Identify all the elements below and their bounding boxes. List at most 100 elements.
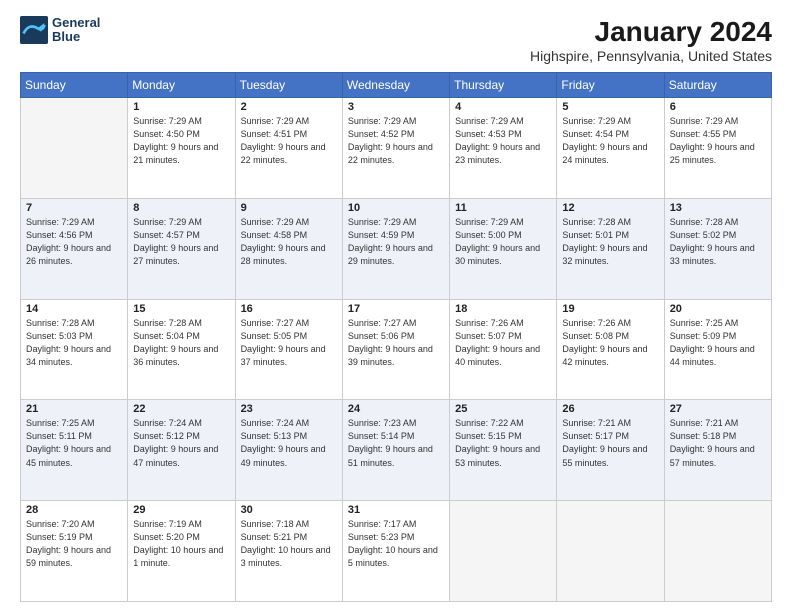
day-info: Sunrise: 7:25 AMSunset: 5:11 PMDaylight:… [26, 417, 122, 469]
day-number: 31 [348, 504, 444, 516]
day-number: 5 [562, 101, 658, 113]
day-number: 18 [455, 303, 551, 315]
calendar-week-row: 21 Sunrise: 7:25 AMSunset: 5:11 PMDayligh… [21, 400, 772, 501]
logo: General Blue [20, 16, 100, 45]
calendar-cell: 3 Sunrise: 7:29 AMSunset: 4:52 PMDaylight… [342, 98, 449, 199]
weekday-header-sunday: Sunday [21, 73, 128, 98]
day-number: 24 [348, 403, 444, 415]
day-info: Sunrise: 7:29 AMSunset: 4:59 PMDaylight:… [348, 216, 444, 268]
day-number: 28 [26, 504, 122, 516]
day-number: 19 [562, 303, 658, 315]
header: General Blue January 2024 Highspire, Pen… [20, 16, 772, 64]
calendar-cell: 4 Sunrise: 7:29 AMSunset: 4:53 PMDaylight… [450, 98, 557, 199]
day-number: 26 [562, 403, 658, 415]
calendar-cell [664, 501, 771, 602]
calendar-cell: 30Sunrise: 7:18 AMSunset: 5:21 PMDayligh… [235, 501, 342, 602]
day-number: 27 [670, 403, 766, 415]
day-number: 14 [26, 303, 122, 315]
day-info: Sunrise: 7:28 AMSunset: 5:03 PMDaylight:… [26, 317, 122, 369]
day-number: 13 [670, 202, 766, 214]
calendar-week-row: 7 Sunrise: 7:29 AMSunset: 4:56 PMDaylight… [21, 198, 772, 299]
weekday-header-tuesday: Tuesday [235, 73, 342, 98]
day-info: Sunrise: 7:29 AMSunset: 4:58 PMDaylight:… [241, 216, 337, 268]
day-info: Sunrise: 7:27 AMSunset: 5:05 PMDaylight:… [241, 317, 337, 369]
day-info: Sunrise: 7:24 AMSunset: 5:13 PMDaylight:… [241, 417, 337, 469]
day-info: Sunrise: 7:20 AMSunset: 5:19 PMDaylight:… [26, 518, 122, 570]
calendar-week-row: 14 Sunrise: 7:28 AMSunset: 5:03 PMDayligh… [21, 299, 772, 400]
day-number: 2 [241, 101, 337, 113]
day-info: Sunrise: 7:19 AMSunset: 5:20 PMDaylight:… [133, 518, 229, 570]
day-number: 10 [348, 202, 444, 214]
day-number: 8 [133, 202, 229, 214]
day-info: Sunrise: 7:29 AMSunset: 4:52 PMDaylight:… [348, 115, 444, 167]
weekday-header-monday: Monday [128, 73, 235, 98]
calendar-table: SundayMondayTuesdayWednesdayThursdayFrid… [20, 72, 772, 602]
calendar-cell: 15 Sunrise: 7:28 AMSunset: 5:04 PMDayligh… [128, 299, 235, 400]
weekday-header-saturday: Saturday [664, 73, 771, 98]
day-info: Sunrise: 7:28 AMSunset: 5:02 PMDaylight:… [670, 216, 766, 268]
day-number: 17 [348, 303, 444, 315]
day-info: Sunrise: 7:29 AMSunset: 5:00 PMDaylight:… [455, 216, 551, 268]
calendar-cell: 7 Sunrise: 7:29 AMSunset: 4:56 PMDaylight… [21, 198, 128, 299]
title-block: January 2024 Highspire, Pennsylvania, Un… [530, 16, 772, 64]
day-number: 16 [241, 303, 337, 315]
day-number: 1 [133, 101, 229, 113]
weekday-header-thursday: Thursday [450, 73, 557, 98]
day-number: 29 [133, 504, 229, 516]
calendar-cell: 2Sunrise: 7:29 AMSunset: 4:51 PMDaylight… [235, 98, 342, 199]
day-number: 9 [241, 202, 337, 214]
calendar-cell: 27 Sunrise: 7:21 AMSunset: 5:18 PMDayligh… [664, 400, 771, 501]
day-info: Sunrise: 7:29 AMSunset: 4:53 PMDaylight:… [455, 115, 551, 167]
calendar-cell: 23 Sunrise: 7:24 AMSunset: 5:13 PMDayligh… [235, 400, 342, 501]
calendar-cell: 13 Sunrise: 7:28 AMSunset: 5:02 PMDayligh… [664, 198, 771, 299]
calendar-cell: 20Sunrise: 7:25 AMSunset: 5:09 PMDayligh… [664, 299, 771, 400]
day-info: Sunrise: 7:26 AMSunset: 5:08 PMDaylight:… [562, 317, 658, 369]
day-info: Sunrise: 7:24 AMSunset: 5:12 PMDaylight:… [133, 417, 229, 469]
day-number: 15 [133, 303, 229, 315]
day-number: 25 [455, 403, 551, 415]
day-info: Sunrise: 7:29 AMSunset: 4:57 PMDaylight:… [133, 216, 229, 268]
day-info: Sunrise: 7:29 AMSunset: 4:55 PMDaylight:… [670, 115, 766, 167]
day-info: Sunrise: 7:26 AMSunset: 5:07 PMDaylight:… [455, 317, 551, 369]
calendar-cell: 19 Sunrise: 7:26 AMSunset: 5:08 PMDayligh… [557, 299, 664, 400]
calendar-cell: 1 Sunrise: 7:29 AMSunset: 4:50 PMDaylight… [128, 98, 235, 199]
calendar-title: January 2024 [530, 16, 772, 48]
day-info: Sunrise: 7:27 AMSunset: 5:06 PMDaylight:… [348, 317, 444, 369]
calendar-cell: 11 Sunrise: 7:29 AMSunset: 5:00 PMDayligh… [450, 198, 557, 299]
day-info: Sunrise: 7:28 AMSunset: 5:01 PMDaylight:… [562, 216, 658, 268]
calendar-cell: 22Sunrise: 7:24 AMSunset: 5:12 PMDayligh… [128, 400, 235, 501]
day-number: 3 [348, 101, 444, 113]
weekday-header-wednesday: Wednesday [342, 73, 449, 98]
weekday-header-row: SundayMondayTuesdayWednesdayThursdayFrid… [21, 73, 772, 98]
logo-text: General Blue [52, 16, 100, 45]
calendar-cell [450, 501, 557, 602]
calendar-cell: 29 Sunrise: 7:19 AMSunset: 5:20 PMDayligh… [128, 501, 235, 602]
logo-icon [20, 16, 48, 44]
calendar-cell: 14 Sunrise: 7:28 AMSunset: 5:03 PMDayligh… [21, 299, 128, 400]
day-info: Sunrise: 7:21 AMSunset: 5:17 PMDaylight:… [562, 417, 658, 469]
calendar-cell: 24Sunrise: 7:23 AMSunset: 5:14 PMDayligh… [342, 400, 449, 501]
day-number: 4 [455, 101, 551, 113]
calendar-cell: 12 Sunrise: 7:28 AMSunset: 5:01 PMDayligh… [557, 198, 664, 299]
day-info: Sunrise: 7:17 AMSunset: 5:23 PMDaylight:… [348, 518, 444, 570]
calendar-cell: 26 Sunrise: 7:21 AMSunset: 5:17 PMDayligh… [557, 400, 664, 501]
day-number: 7 [26, 202, 122, 214]
day-number: 12 [562, 202, 658, 214]
day-number: 23 [241, 403, 337, 415]
calendar-cell: 5Sunrise: 7:29 AMSunset: 4:54 PMDaylight… [557, 98, 664, 199]
calendar-week-row: 28 Sunrise: 7:20 AMSunset: 5:19 PMDayligh… [21, 501, 772, 602]
day-info: Sunrise: 7:21 AMSunset: 5:18 PMDaylight:… [670, 417, 766, 469]
day-info: Sunrise: 7:29 AMSunset: 4:50 PMDaylight:… [133, 115, 229, 167]
calendar-cell: 6Sunrise: 7:29 AMSunset: 4:55 PMDaylight… [664, 98, 771, 199]
calendar-cell: 17 Sunrise: 7:27 AMSunset: 5:06 PMDayligh… [342, 299, 449, 400]
calendar-cell [21, 98, 128, 199]
calendar-subtitle: Highspire, Pennsylvania, United States [530, 48, 772, 64]
day-number: 21 [26, 403, 122, 415]
day-info: Sunrise: 7:25 AMSunset: 5:09 PMDaylight:… [670, 317, 766, 369]
calendar-cell: 28 Sunrise: 7:20 AMSunset: 5:19 PMDayligh… [21, 501, 128, 602]
day-info: Sunrise: 7:29 AMSunset: 4:56 PMDaylight:… [26, 216, 122, 268]
calendar-cell: 8 Sunrise: 7:29 AMSunset: 4:57 PMDaylight… [128, 198, 235, 299]
day-number: 11 [455, 202, 551, 214]
day-info: Sunrise: 7:28 AMSunset: 5:04 PMDaylight:… [133, 317, 229, 369]
weekday-header-friday: Friday [557, 73, 664, 98]
